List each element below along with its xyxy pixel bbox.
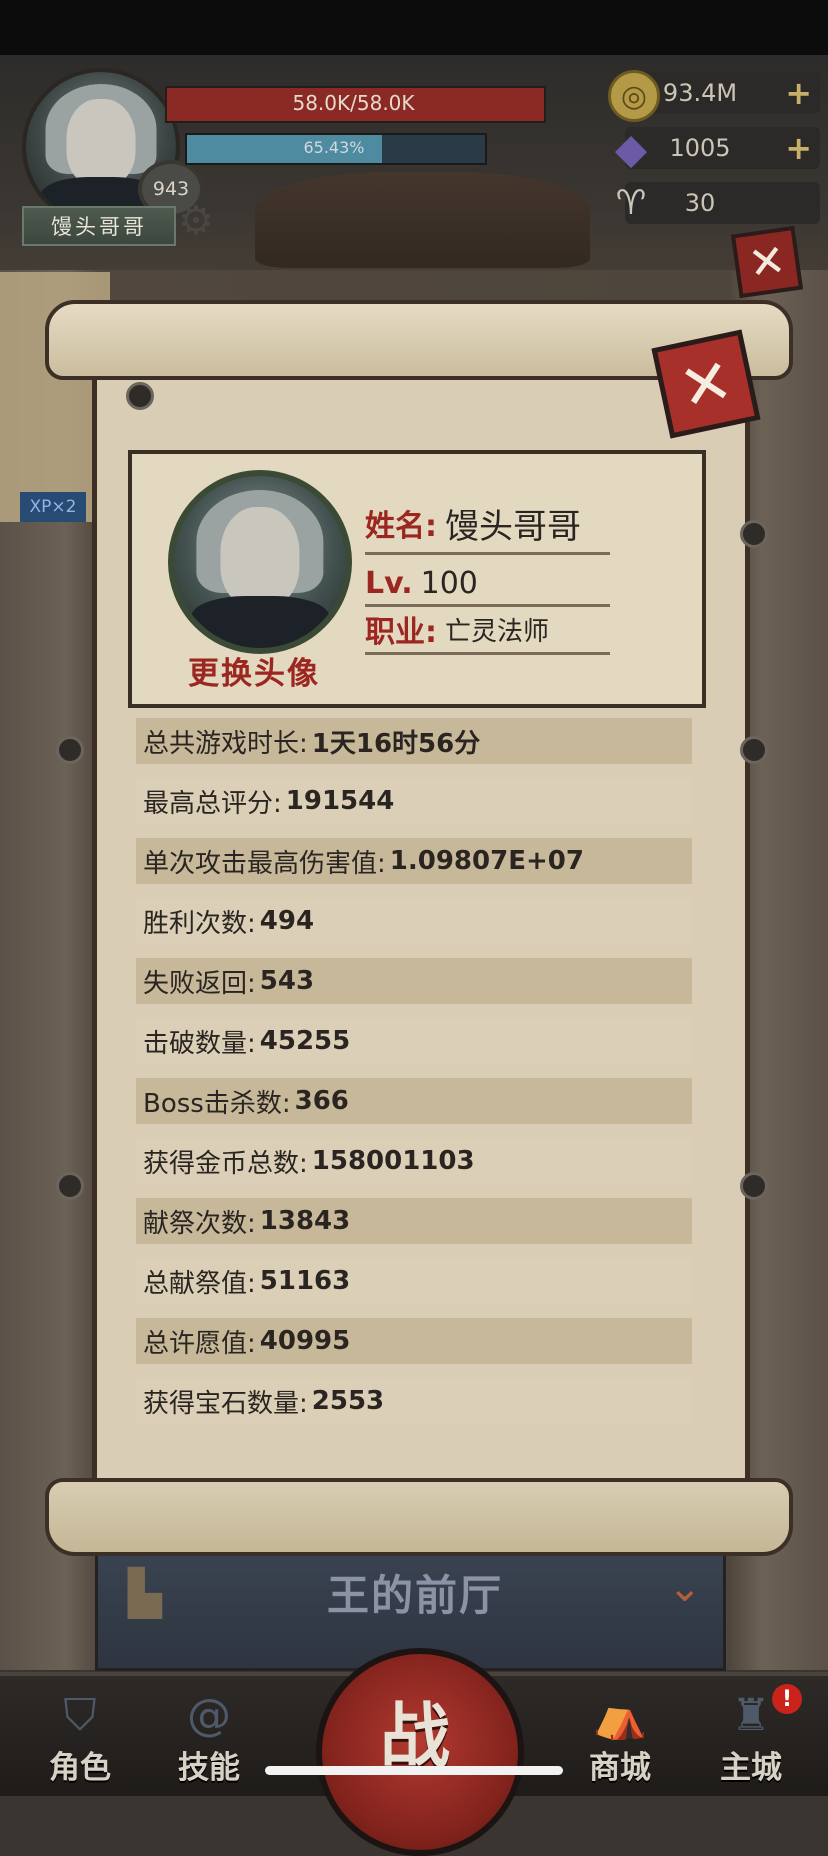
gear-icon[interactable]: ⚙ — [178, 200, 220, 242]
hud-ornament — [255, 172, 590, 268]
avatar-face — [220, 506, 300, 607]
stat-label: 总献祭值: — [143, 1268, 256, 1299]
scroll-pin — [740, 736, 768, 764]
divider — [365, 652, 610, 655]
avatar-face — [66, 99, 136, 186]
stat-value: 366 — [294, 1086, 349, 1116]
nav-skills-label: 技能 — [178, 1750, 240, 1786]
hp-text: 58.0K/58.0K — [292, 90, 415, 115]
stat-row: 总共游戏时长: 1天16时56分 — [136, 718, 692, 764]
scroll-pin — [740, 1172, 768, 1200]
add-gems-button[interactable]: + — [785, 127, 812, 169]
nav-skills[interactable]: @ 技能 — [155, 1690, 263, 1792]
stat-label: Boss击杀数: — [143, 1088, 291, 1119]
nav-character[interactable]: ⛉ 角色 — [26, 1690, 134, 1792]
status-bar — [0, 0, 828, 55]
gem-counter: 1005 + — [625, 127, 820, 169]
stat-row: 胜利次数: 494 — [136, 898, 692, 944]
stat-value: 51163 — [259, 1266, 351, 1296]
scroll-pin — [56, 736, 84, 764]
boot-icon: ▙ — [128, 1568, 162, 1619]
stat-row: 献祭次数: 13843 — [136, 1198, 692, 1244]
scroll-bottom-roll — [45, 1478, 793, 1556]
chevron-down-icon[interactable]: ⌄ — [668, 1565, 718, 1615]
stat-row: 最高总评分: 191544 — [136, 778, 692, 824]
stat-label: 总共游戏时长: — [143, 728, 308, 759]
coin-icon: ◎ — [608, 70, 660, 122]
scroll-pin — [740, 520, 768, 548]
stat-value: 2553 — [311, 1386, 385, 1416]
spiral-icon: @ — [187, 1690, 231, 1741]
nav-shop-label: 商城 — [589, 1750, 651, 1786]
stat-value: 13843 — [259, 1206, 351, 1236]
name-value: 馒头哥哥 — [445, 506, 581, 547]
location-title: 王的前厅 — [326, 1570, 503, 1620]
stat-value: 1天16时56分 — [311, 728, 481, 759]
profile-avatar[interactable] — [168, 470, 352, 654]
tent-icon: ⛺ — [592, 1691, 648, 1742]
class-label: 职业: — [365, 615, 437, 650]
stat-label: 献祭次数: — [143, 1208, 256, 1239]
xp-text: 65.43% — [303, 137, 365, 157]
stat-row: 获得宝石数量: 2553 — [136, 1378, 692, 1424]
background-close-button[interactable]: ✕ — [730, 225, 804, 299]
stat-label: 最高总评分: — [143, 788, 282, 819]
profile-level-line: Lv. 100 — [365, 560, 478, 606]
stat-value: 158001103 — [311, 1146, 475, 1176]
stat-row: 失败返回: 543 — [136, 958, 692, 1004]
stat-label: 获得金币总数: — [143, 1148, 308, 1179]
nav-battle-label: 战 — [380, 1695, 450, 1777]
ram-skull-icon: ♈ — [615, 183, 647, 223]
stat-value: 191544 — [285, 786, 395, 816]
stat-value: 543 — [259, 966, 315, 996]
stat-label: 单次攻击最高伤害值: — [143, 848, 386, 879]
scroll-pin — [126, 382, 154, 410]
scroll-pin — [56, 1172, 84, 1200]
alert-badge: ! — [772, 1684, 802, 1714]
helmet-icon: ⛉ — [63, 1690, 97, 1741]
stat-label: 胜利次数: — [143, 908, 256, 939]
xp-boost-badge: XP×2 — [20, 492, 86, 522]
profile-name-line: 姓名: 馒头哥哥 — [365, 500, 581, 547]
nav-shop[interactable]: ⛺ 商城 — [566, 1690, 674, 1792]
stat-label: 获得宝石数量: — [143, 1388, 308, 1419]
stat-value: 494 — [259, 906, 315, 936]
stat-row: 击破数量: 45255 — [136, 1018, 692, 1064]
change-avatar-button[interactable]: 更换头像 — [160, 648, 348, 692]
name-label: 姓名: — [365, 509, 437, 544]
level-value: 100 — [420, 565, 478, 601]
stat-value: 1.09807E+07 — [389, 846, 584, 876]
stat-value: 45255 — [259, 1026, 351, 1056]
stat-row: 获得金币总数: 158001103 — [136, 1138, 692, 1184]
gem-icon: ◆ — [614, 123, 648, 173]
nav-city-label: 主城 — [720, 1750, 782, 1786]
level-label: Lv. — [365, 565, 413, 601]
stat-row: 单次攻击最高伤害值: 1.09807E+07 — [136, 838, 692, 884]
stat-value: 40995 — [259, 1326, 351, 1356]
profile-class-line: 职业: 亡灵法师 — [365, 606, 549, 652]
ram-token-counter: 30 — [625, 182, 820, 224]
stat-label: 失败返回: — [143, 968, 256, 999]
add-coins-button[interactable]: + — [785, 72, 812, 114]
class-value: 亡灵法师 — [445, 616, 550, 647]
avatar-robe — [191, 596, 329, 648]
stat-label: 击破数量: — [143, 1028, 256, 1059]
stat-row: 总献祭值: 51163 — [136, 1258, 692, 1304]
player-name-tag: 馒头哥哥 — [22, 206, 176, 246]
close-profile-button[interactable]: ✕ — [651, 329, 761, 439]
stat-row: 总许愿值: 40995 — [136, 1318, 692, 1364]
home-indicator[interactable] — [265, 1766, 563, 1775]
stat-row: Boss击杀数: 366 — [136, 1078, 692, 1124]
nav-character-label: 角色 — [49, 1750, 111, 1786]
stat-label: 总许愿值: — [143, 1328, 256, 1359]
divider — [365, 552, 610, 555]
